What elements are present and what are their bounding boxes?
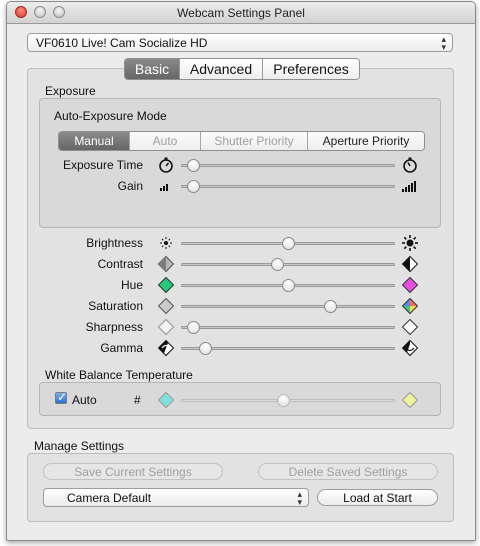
wb-yellow-icon <box>401 391 419 409</box>
gain-track[interactable] <box>181 185 395 188</box>
gain-thumb[interactable] <box>187 180 201 193</box>
sharpness-thumb[interactable] <box>187 321 201 334</box>
sun-large-icon <box>402 235 418 251</box>
save-current-settings-button[interactable]: Save Current Settings <box>43 463 223 480</box>
delete-saved-settings-button[interactable]: Delete Saved Settings <box>258 463 438 480</box>
auto-white-balance-checkbox[interactable] <box>55 390 67 404</box>
gamma-low-icon <box>157 339 175 357</box>
load-at-start-button[interactable]: Load at Start <box>317 489 438 506</box>
settings-preset-value: Camera Default <box>67 491 152 505</box>
white-balance-heading: White Balance Temperature <box>45 368 193 382</box>
contrast-low-icon <box>157 255 175 273</box>
manage-settings-heading: Manage Settings <box>34 439 125 453</box>
auto-white-balance-label: Auto <box>72 393 97 407</box>
camera-select[interactable]: VF0610 Live! Cam Socialize HD ▴ ▾ <box>27 33 453 52</box>
mode-aperture-priority[interactable]: Aperture Priority <box>308 132 424 150</box>
contrast-label: Contrast <box>97 257 143 271</box>
wb-cyan-icon <box>157 391 175 409</box>
settings-window: Webcam Settings Panel VF0610 Live! Cam S… <box>6 1 476 541</box>
saturation-color-icon <box>401 297 419 315</box>
mode-manual[interactable]: Manual <box>59 132 130 150</box>
settings-preset-select[interactable]: Camera Default ▴ ▾ <box>43 488 309 507</box>
mode-shutter-priority[interactable]: Shutter Priority <box>201 132 308 150</box>
stopwatch-icon <box>159 157 173 173</box>
title-bar: Webcam Settings Panel <box>7 2 475 24</box>
saturation-gray-icon <box>157 297 175 315</box>
window-title: Webcam Settings Panel <box>177 6 305 20</box>
hue-label: Hue <box>120 278 143 292</box>
exposure-time-thumb[interactable] <box>187 159 201 172</box>
gain-label: Gain <box>117 179 143 193</box>
auto-exposure-label: Auto-Exposure Mode <box>54 109 167 123</box>
white-balance-value-symbol: # <box>134 393 141 407</box>
gamma-label: Gamma <box>100 341 143 355</box>
exposure-time-track[interactable] <box>181 164 395 167</box>
auto-exposure-mode-control: Manual Auto Shutter Priority Aperture Pr… <box>58 131 425 151</box>
contrast-track[interactable] <box>181 263 395 266</box>
tab-preferences[interactable]: Preferences <box>263 59 359 79</box>
brightness-thumb[interactable] <box>281 237 295 250</box>
sharpness-sharp-icon <box>401 318 419 336</box>
stopwatch-icon <box>403 157 417 173</box>
sharpness-label: Sharpness <box>85 320 143 334</box>
saturation-label: Saturation <box>88 299 143 313</box>
exposure-time-label: Exposure Time <box>62 158 143 172</box>
gamma-track[interactable] <box>181 347 395 350</box>
gamma-thumb[interactable] <box>199 342 213 355</box>
tab-basic[interactable]: Basic <box>125 59 180 79</box>
gamma-high-icon <box>401 339 419 357</box>
hue-magenta-icon <box>401 276 419 294</box>
updown-arrows-icon: ▴ ▾ <box>297 489 302 507</box>
sharpness-soft-icon <box>157 318 175 336</box>
saturation-track[interactable] <box>181 305 395 308</box>
exposure-heading: Exposure <box>45 84 96 98</box>
brightness-label: Brightness <box>86 236 143 250</box>
camera-select-value: VF0610 Live! Cam Socialize HD <box>36 36 208 50</box>
sharpness-track[interactable] <box>181 326 395 329</box>
tab-bar: Basic Advanced Preferences <box>124 58 360 80</box>
sun-small-icon <box>160 237 172 249</box>
signal-low-icon <box>160 184 168 191</box>
hue-green-icon <box>157 276 175 294</box>
mode-auto[interactable]: Auto <box>130 132 201 150</box>
signal-high-icon <box>402 181 416 192</box>
tab-advanced[interactable]: Advanced <box>180 59 263 79</box>
updown-arrows-icon: ▴ ▾ <box>441 34 446 52</box>
hue-thumb[interactable] <box>281 279 295 292</box>
contrast-high-icon <box>401 255 419 273</box>
saturation-thumb[interactable] <box>323 300 337 313</box>
